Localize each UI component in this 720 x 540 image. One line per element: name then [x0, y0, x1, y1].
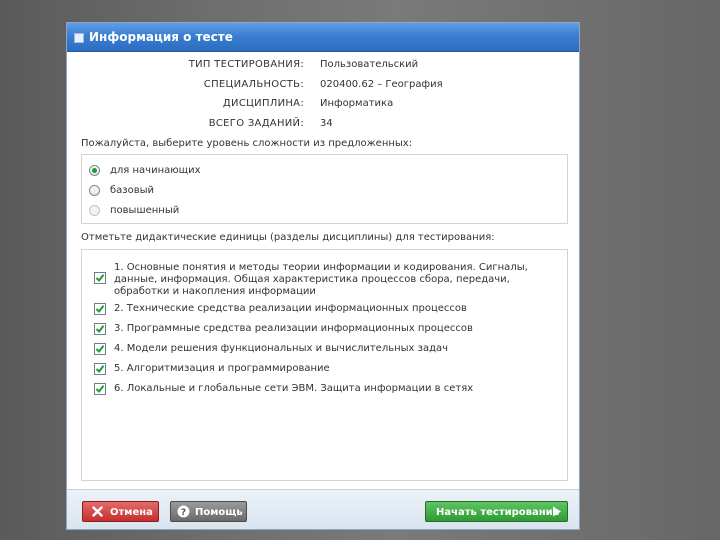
test-info-dialog: Информация о тесте ТИП ТЕСТИРОВАНИЯ: Пол…: [66, 22, 580, 530]
help-button-label: Помощь: [195, 507, 243, 518]
info-value: Пользовательский: [320, 59, 419, 70]
checkbox-checked[interactable]: [94, 303, 106, 315]
start-testing-button-label: Начать тестирование: [436, 507, 560, 518]
checkbox-checked[interactable]: [94, 343, 106, 355]
info-label: СПЕЦИАЛЬНОСТЬ:: [203, 79, 304, 90]
checkmark-icon: [95, 305, 105, 314]
difficulty-option-label: для начинающих: [110, 165, 201, 176]
unit-item-label: 2. Технические средства реализации инфор…: [114, 303, 467, 314]
dialog-titlebar: Информация о тесте: [67, 23, 579, 52]
dialog-footer: Отмена ? Помощь Начать тестирование: [67, 489, 579, 529]
checkbox-checked[interactable]: [94, 363, 106, 375]
checkmark-icon: [95, 385, 105, 394]
svg-text:?: ?: [181, 508, 186, 518]
close-icon: [92, 506, 103, 517]
difficulty-options: для начинающих базовый повышенный: [81, 154, 568, 224]
unit-item-label: 3. Программные средства реализации инфор…: [114, 323, 473, 334]
info-value: 34: [320, 118, 333, 129]
info-label: ДИСЦИПЛИНА:: [222, 98, 304, 109]
cancel-button[interactable]: Отмена: [82, 501, 159, 522]
difficulty-option-label: повышенный: [110, 205, 180, 216]
checkbox-checked[interactable]: [94, 383, 106, 395]
checkmark-icon: [95, 345, 105, 354]
unit-item-label: 4. Модели решения функциональных и вычис…: [114, 343, 449, 354]
unit-item-label-line: данные, информация. Общая характеристика…: [114, 274, 510, 285]
unit-item-label: 6. Локальные и глобальные сети ЭВМ. Защи…: [114, 383, 474, 394]
difficulty-prompt: Пожалуйста, выберите уровень сложности и…: [81, 138, 413, 149]
help-button[interactable]: ? Помощь: [170, 501, 247, 522]
play-arrow-icon: [553, 506, 561, 517]
info-row-specialty: СПЕЦИАЛЬНОСТЬ: 020400.62 – География: [67, 78, 579, 92]
radio-button[interactable]: [89, 185, 100, 196]
window-icon: [74, 33, 84, 43]
radio-dot-icon: [92, 168, 97, 173]
unit-item-label-line: 1. Основные понятия и методы теории инфо…: [114, 262, 528, 273]
dialog-title: Информация о тесте: [89, 30, 233, 44]
cancel-button-label: Отмена: [110, 507, 153, 518]
info-row-discipline: ДИСЦИПЛИНА: Информатика: [67, 97, 579, 111]
units-list: 1. Основные понятия и методы теории инфо…: [81, 249, 568, 481]
unit-item-label: 5. Алгоритмизация и программирование: [114, 363, 330, 374]
info-label: ВСЕГО ЗАДАНИЙ:: [208, 118, 304, 129]
info-row-total-tasks: ВСЕГО ЗАДАНИЙ: 34: [67, 117, 579, 131]
units-prompt: Отметьте дидактические единицы (разделы …: [81, 232, 495, 243]
difficulty-option-label: базовый: [110, 185, 155, 196]
checkmark-icon: [95, 365, 105, 374]
info-value: Информатика: [320, 98, 394, 109]
info-value: 020400.62 – География: [320, 79, 443, 90]
radio-button-selected[interactable]: [89, 165, 100, 176]
unit-item-label-line: обработки и накопления информации: [114, 286, 316, 297]
checkbox-checked[interactable]: [94, 323, 106, 335]
info-row-testing-type: ТИП ТЕСТИРОВАНИЯ: Пользовательский: [67, 58, 579, 72]
checkbox-checked[interactable]: [94, 272, 106, 284]
checkmark-icon: [95, 325, 105, 334]
checkmark-icon: [95, 274, 105, 283]
radio-button-disabled: [89, 205, 100, 216]
info-label: ТИП ТЕСТИРОВАНИЯ:: [188, 59, 304, 70]
help-icon: ?: [177, 505, 190, 518]
start-testing-button[interactable]: Начать тестирование: [425, 501, 568, 522]
